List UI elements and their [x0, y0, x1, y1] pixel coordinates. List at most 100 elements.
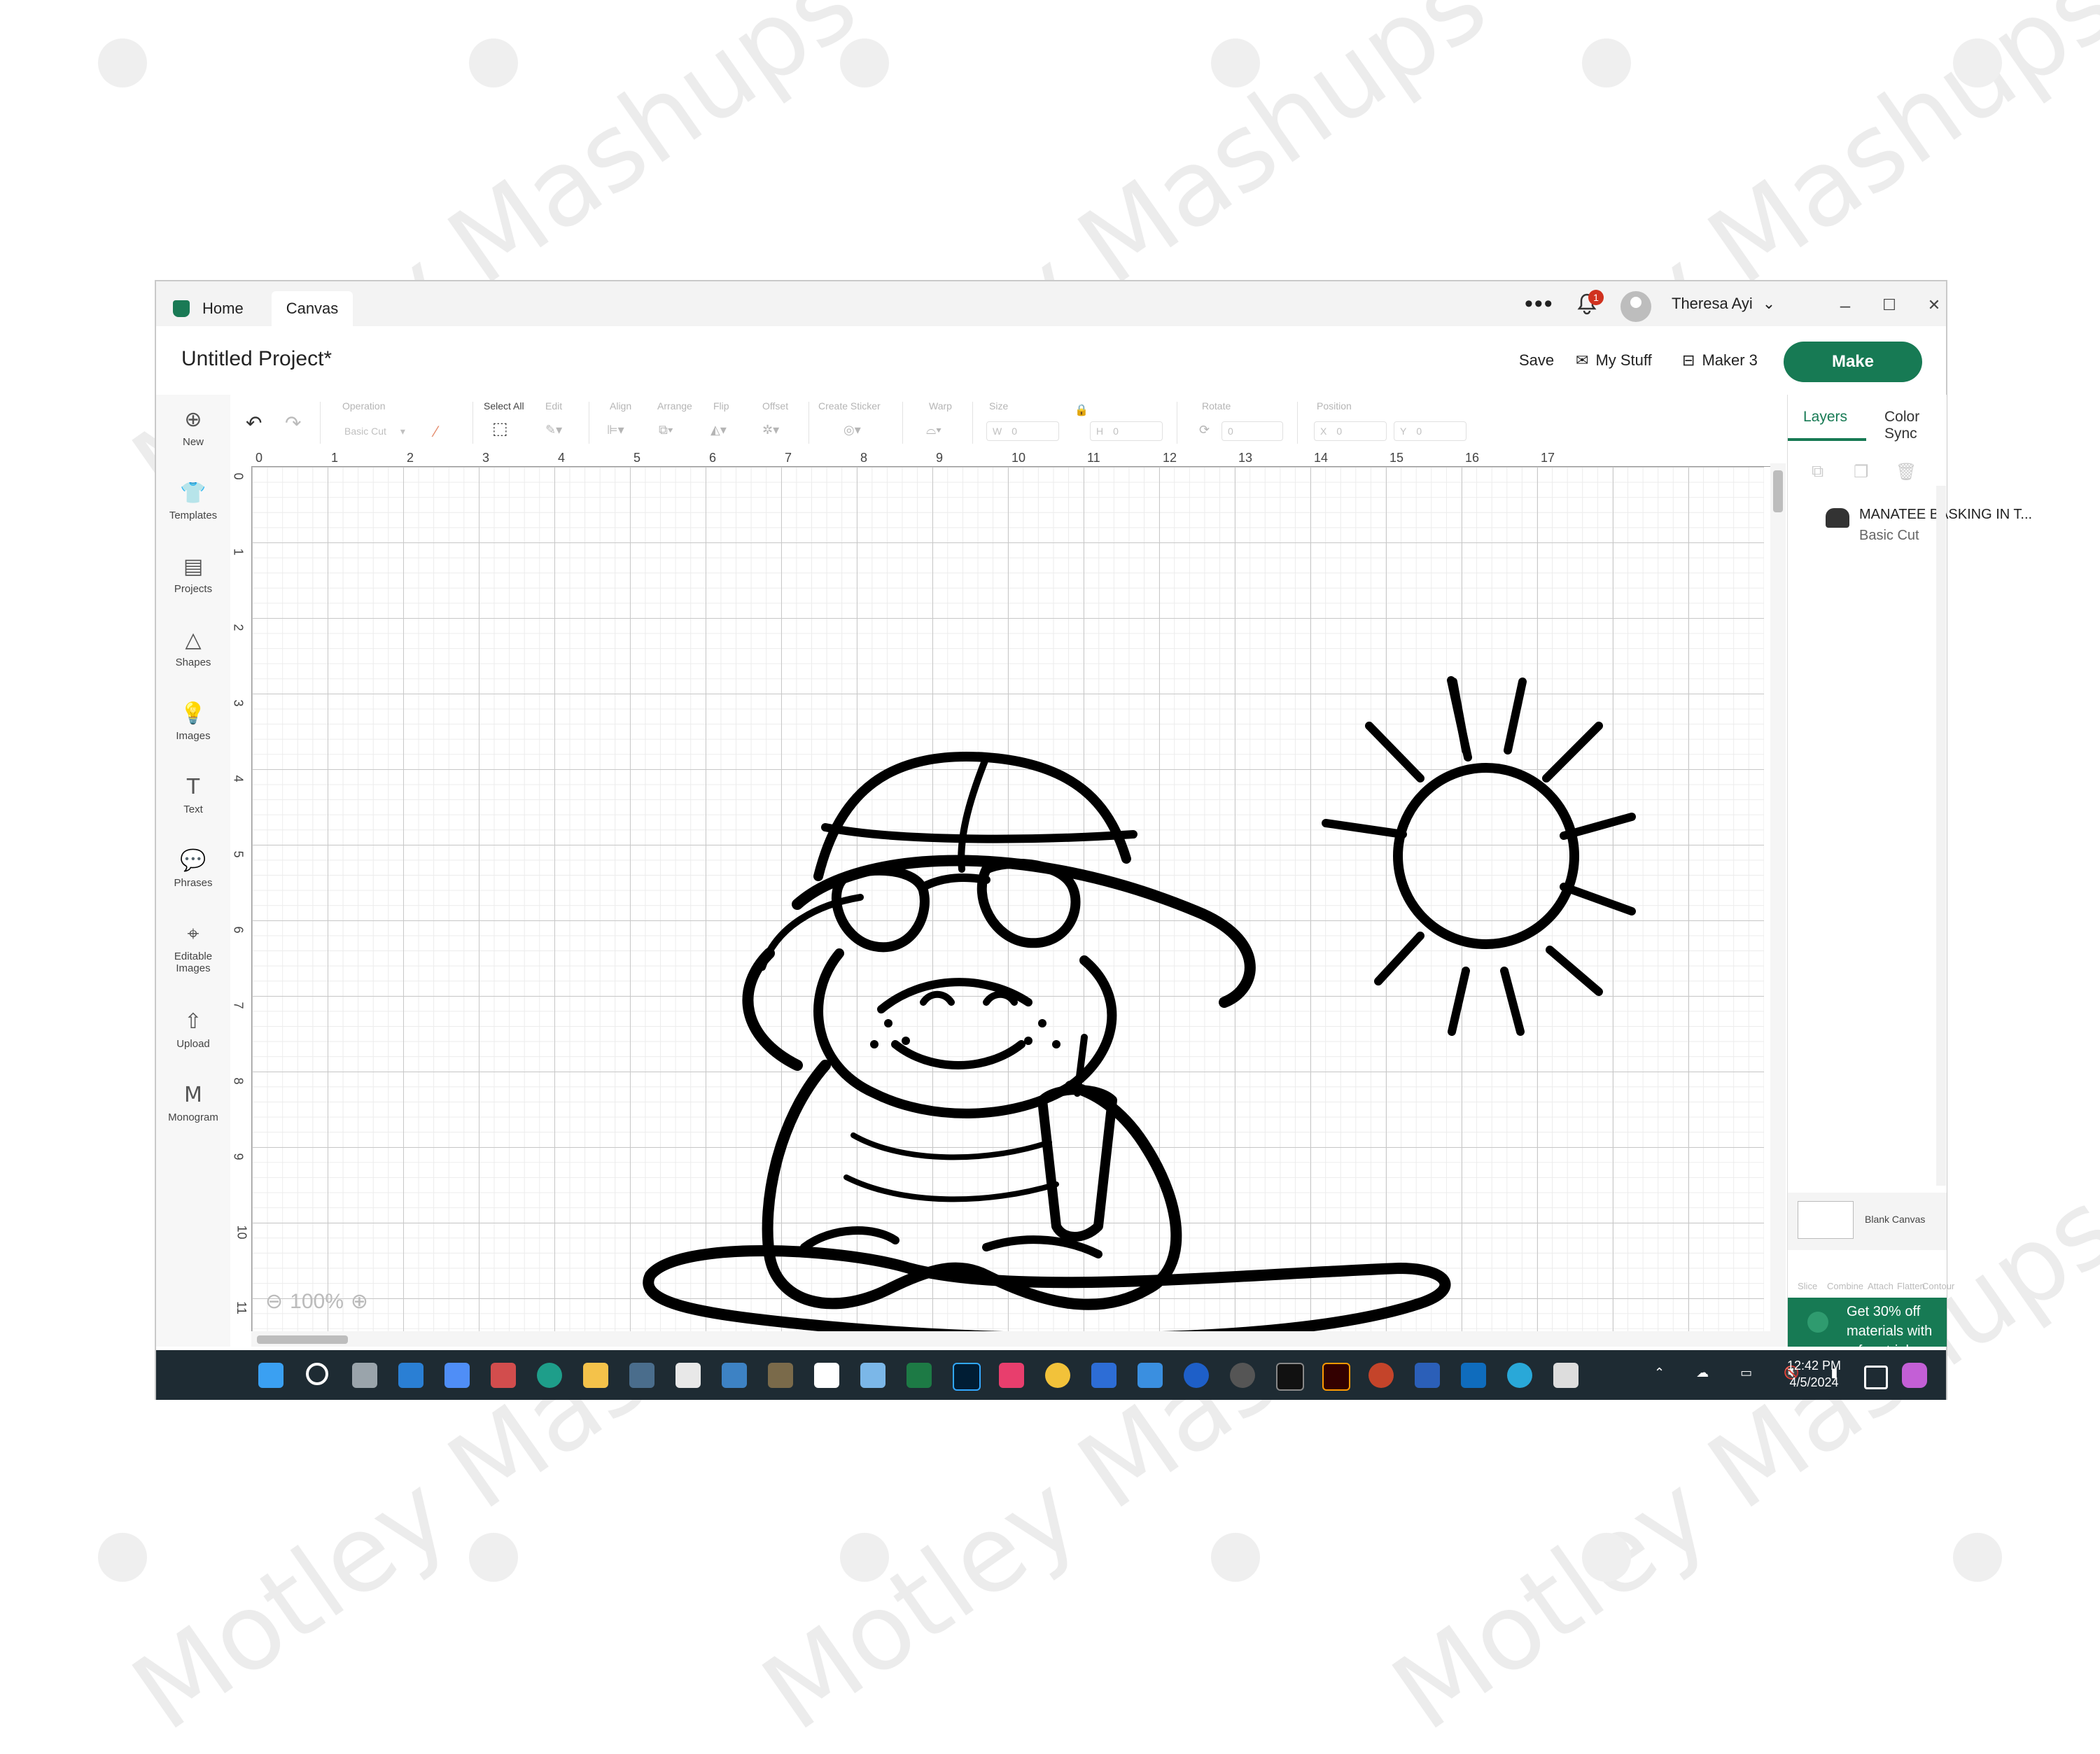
width-input[interactable]: W 0 [986, 421, 1059, 441]
copilot-icon[interactable] [1902, 1363, 1927, 1388]
chevron-down-icon: ⌄ [1762, 295, 1776, 313]
tab-layers[interactable]: Layers [1803, 409, 1847, 426]
canvas-color-swatch[interactable] [1798, 1201, 1854, 1239]
scroll-thumb[interactable] [1773, 470, 1783, 512]
file-explorer-icon[interactable] [583, 1363, 608, 1388]
vertical-scrollbar[interactable] [1770, 463, 1786, 1347]
outlook-icon[interactable] [1461, 1363, 1486, 1388]
calculator-icon[interactable] [629, 1363, 654, 1388]
machine-select-button[interactable]: ⊟ Maker 3 [1682, 351, 1758, 370]
app-icon[interactable] [1184, 1363, 1209, 1388]
app-icon[interactable] [1507, 1363, 1532, 1388]
zoom-control: ⊖ 100% ⊕ [265, 1289, 368, 1314]
duplicate-icon[interactable]: ❐ [1854, 462, 1869, 482]
y-position-input[interactable]: Y 0 [1394, 421, 1466, 441]
panel-scrollbar[interactable] [1936, 486, 1946, 1186]
combine-button[interactable]: Combine [1827, 1281, 1863, 1291]
maximize-button[interactable]: ☐ [1875, 290, 1903, 321]
more-menu-button[interactable]: ••• [1525, 288, 1554, 319]
scroll-thumb[interactable] [257, 1335, 348, 1344]
app-icon[interactable] [1276, 1363, 1304, 1391]
tab-color-sync[interactable]: Color Sync [1884, 409, 1947, 442]
minimize-button[interactable]: – [1831, 290, 1859, 321]
undo-button[interactable]: ↶ [246, 412, 262, 435]
redo-button[interactable]: ↷ [285, 412, 301, 435]
my-stuff-label: My Stuff [1595, 351, 1652, 369]
delete-icon[interactable]: 🗑 [1896, 462, 1917, 482]
create-sticker-button[interactable]: ◎▾ [844, 423, 861, 437]
blank-canvas-row[interactable]: Blank Canvas [1788, 1193, 1947, 1250]
ruler-horizontal: 0 1 2 3 4 5 6 7 8 9 10 11 12 13 14 15 16 17 [251, 449, 1777, 467]
powerpoint-icon[interactable] [1368, 1363, 1394, 1388]
excel-icon[interactable] [906, 1363, 932, 1388]
sidebar-item-templates[interactable]: 👕 Templates [156, 481, 230, 521]
offset-button[interactable]: ✲▾ [762, 423, 779, 437]
make-button[interactable]: Make [1784, 342, 1922, 382]
flip-button[interactable]: ◭▾ [710, 423, 727, 437]
tab-canvas[interactable]: Canvas [272, 291, 353, 326]
zoom-out-icon[interactable]: ⊖ [265, 1289, 283, 1314]
photoshop-icon[interactable] [953, 1363, 981, 1391]
sidebar-item-phrases[interactable]: 💬 Phrases [156, 848, 230, 889]
tab-home[interactable]: Home [173, 291, 244, 326]
start-icon[interactable] [258, 1363, 284, 1388]
sidebar-item-editable-images[interactable]: ⌖ Editable Images [156, 922, 230, 974]
app-icon[interactable] [1230, 1363, 1255, 1388]
sidebar-item-projects[interactable]: ▤ Projects [156, 554, 230, 595]
save-button[interactable]: Save [1519, 351, 1554, 370]
user-menu[interactable]: Theresa Ayi ⌄ [1672, 288, 1775, 319]
app-icon[interactable] [1091, 1363, 1116, 1388]
design-canvas[interactable]: 0 1 2 3 4 5 6 7 8 9 10 11 12 13 14 15 16 17 0 1 2 3 4 5 6 7 8 9 10 1… [230, 449, 1787, 1347]
x-position-input[interactable]: X 0 [1314, 421, 1387, 441]
align-button[interactable]: ⊫▾ [607, 423, 624, 437]
chrome-icon[interactable] [1045, 1363, 1070, 1388]
my-stuff-button[interactable]: ✉ My Stuff [1576, 351, 1652, 370]
app-icon[interactable] [860, 1363, 886, 1388]
group-icon[interactable]: ⧉ [1812, 462, 1823, 482]
search-icon[interactable] [306, 1363, 328, 1385]
close-button[interactable]: ✕ [1920, 290, 1948, 321]
app-icon[interactable] [444, 1363, 470, 1388]
slice-button[interactable]: Slice [1798, 1281, 1817, 1291]
attach-button[interactable]: Attach [1868, 1281, 1893, 1291]
edit-button[interactable]: ✎▾ [545, 423, 562, 437]
sidebar-item-new[interactable]: ⊕ New [156, 407, 230, 448]
height-input[interactable]: H 0 [1090, 421, 1163, 441]
app-icon[interactable] [768, 1363, 793, 1388]
task-view-icon[interactable] [352, 1363, 377, 1388]
operation-select[interactable]: Basic Cut ▾ [339, 421, 423, 441]
flatten-button[interactable]: Flatten [1897, 1281, 1925, 1291]
pen-color-icon[interactable]: ⁄ [435, 423, 438, 441]
sidebar-item-monogram[interactable]: M Monogram [156, 1083, 230, 1123]
sidebar-item-images[interactable]: 💡 Images [156, 701, 230, 742]
app-icon[interactable] [1553, 1363, 1578, 1388]
edit-toolbar: ↶ ↷ Operation Basic Cut ▾ ⁄ Select All ⬚… [230, 395, 1787, 450]
app-icon[interactable] [1138, 1363, 1163, 1388]
warp-button[interactable]: ⌓▾ [926, 423, 941, 437]
sidebar-item-upload[interactable]: ⇧ Upload [156, 1009, 230, 1050]
app-icon[interactable] [676, 1363, 701, 1388]
illustrator-icon[interactable] [1322, 1363, 1350, 1391]
promo-banner[interactable]: Get 30% off materials with a free trial … [1788, 1298, 1947, 1378]
app-icon[interactable] [398, 1363, 424, 1388]
horizontal-scrollbar[interactable] [251, 1331, 1770, 1347]
sidebar-item-text[interactable]: T Text [156, 775, 230, 815]
contour-button[interactable]: Contour [1922, 1281, 1954, 1291]
lock-aspect-icon[interactable]: 🔒 [1074, 403, 1088, 417]
word-icon[interactable] [1415, 1363, 1440, 1388]
cricut-icon[interactable] [814, 1363, 839, 1388]
avatar[interactable] [1620, 291, 1651, 322]
select-all-button[interactable]: ⬚ [492, 419, 508, 439]
project-title[interactable]: Untitled Project* [181, 347, 332, 371]
notification-center-icon[interactable] [1864, 1366, 1888, 1389]
clock[interactable]: 12:42 PM 4/5/2024 [1787, 1357, 1841, 1391]
sidebar-item-shapes[interactable]: △ Shapes [156, 628, 230, 668]
zoom-in-icon[interactable]: ⊕ [351, 1289, 368, 1314]
rotate-input[interactable]: 0 [1222, 421, 1283, 441]
app-icon[interactable] [999, 1363, 1024, 1388]
manatee-artwork[interactable] [594, 673, 1714, 1443]
edge-icon[interactable] [537, 1363, 562, 1388]
app-icon[interactable] [722, 1363, 747, 1388]
app-icon[interactable] [491, 1363, 516, 1388]
arrange-button[interactable]: ⧉▾ [659, 423, 673, 437]
